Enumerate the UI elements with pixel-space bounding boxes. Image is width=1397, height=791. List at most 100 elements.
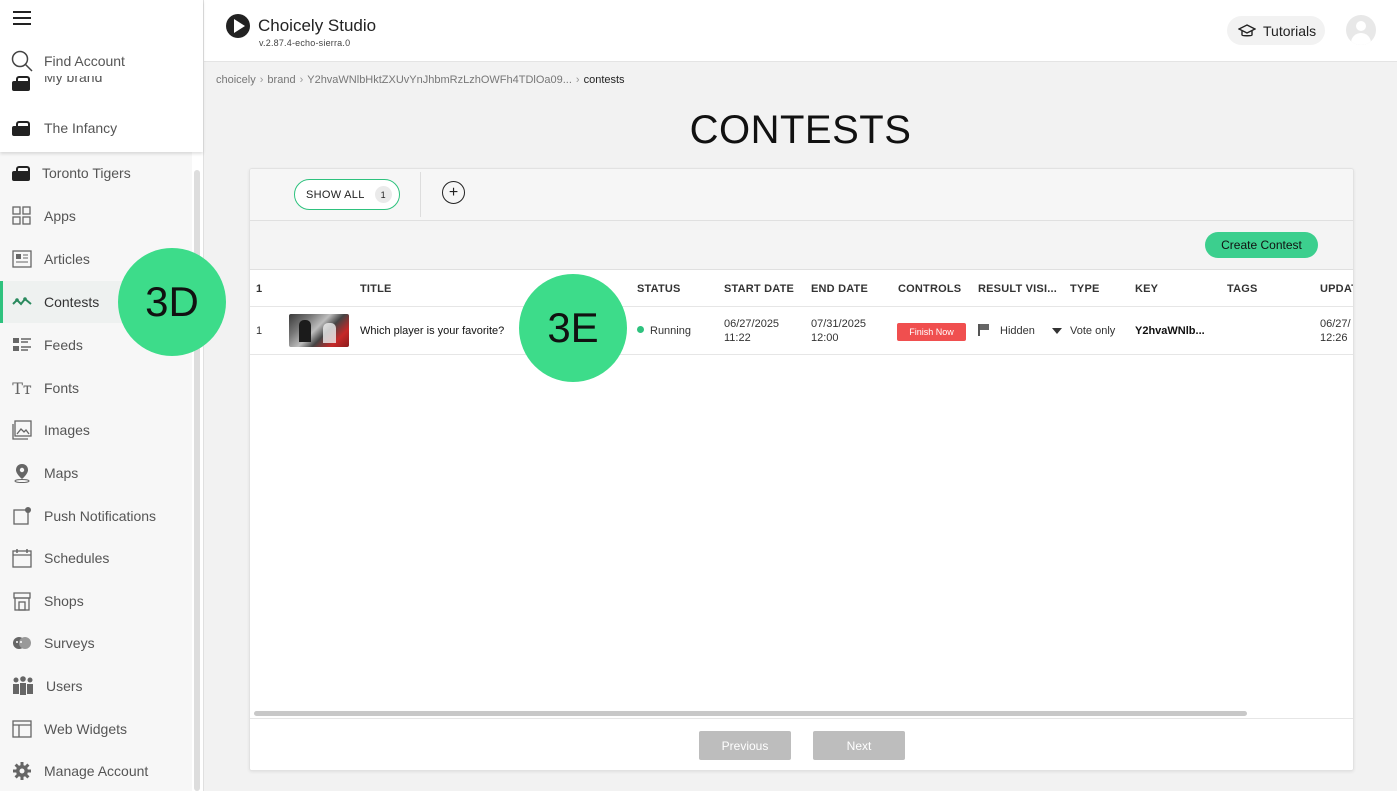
brand-item-partial[interactable]: My brand bbox=[12, 76, 102, 94]
divider bbox=[420, 172, 421, 217]
gear-icon bbox=[13, 762, 31, 780]
sidebar-item-label: Surveys bbox=[44, 635, 95, 651]
sidebar-item-users[interactable]: Users bbox=[0, 665, 192, 707]
sidebar-item-maps[interactable]: Maps bbox=[0, 452, 192, 494]
contest-thumbnail bbox=[289, 314, 349, 347]
sidebar-item-label: Schedules bbox=[44, 550, 110, 566]
start-date: 06/27/2025 bbox=[724, 318, 780, 330]
sidebar-item-toronto-tigers[interactable]: Toronto Tigers bbox=[0, 152, 192, 194]
column-header[interactable]: RESULT VISI... bbox=[978, 283, 1057, 295]
previous-button[interactable]: Previous bbox=[699, 731, 791, 760]
sidebar-item-shops[interactable]: Shops bbox=[0, 580, 192, 622]
sidebar-item-surveys[interactable]: Surveys bbox=[0, 622, 192, 664]
sidebar-item-label: Maps bbox=[44, 465, 79, 481]
briefcase-icon bbox=[12, 120, 30, 136]
column-header[interactable]: TITLE bbox=[360, 283, 392, 295]
sidebar-item-fonts[interactable]: Tт Fonts bbox=[0, 367, 192, 409]
sidebar-item-images[interactable]: Images bbox=[0, 409, 192, 451]
current-brand-label: The Infancy bbox=[44, 120, 118, 136]
feeds-icon bbox=[13, 338, 31, 351]
table-row[interactable]: 1 Which player is your favorite? Running… bbox=[250, 307, 1353, 355]
add-tab-button[interactable]: + bbox=[442, 181, 465, 204]
tutorials-button[interactable]: Tutorials bbox=[1227, 16, 1325, 45]
app-version: v.2.87.4-echo-sierra.0 bbox=[259, 38, 351, 48]
row-index: 1 bbox=[256, 325, 263, 337]
page-title: CONTESTS bbox=[689, 108, 912, 152]
breadcrumb-current: contests bbox=[583, 74, 625, 86]
breadcrumb-item[interactable]: brand bbox=[267, 74, 295, 86]
sidebar-item-schedules[interactable]: Schedules bbox=[0, 537, 192, 579]
avatar[interactable] bbox=[1346, 15, 1376, 45]
column-header[interactable]: TYPE bbox=[1070, 283, 1100, 295]
status-label: Running bbox=[650, 325, 691, 337]
pagination: Previous Next bbox=[250, 718, 1353, 770]
contest-type: Vote only bbox=[1070, 325, 1116, 337]
find-account-button[interactable]: Find Account bbox=[11, 50, 125, 72]
table-toolbar: Create Contest bbox=[250, 221, 1353, 270]
tab-label: SHOW ALL bbox=[306, 188, 365, 201]
sidebar-item-apps[interactable]: Apps bbox=[0, 195, 192, 237]
top-header: Choicely Studio v.2.87.4-echo-sierra.0 T… bbox=[204, 0, 1397, 62]
table-header: 1 TITLE STATUS START DATE END DATE CONTR… bbox=[250, 270, 1353, 307]
web-widgets-icon bbox=[12, 720, 32, 738]
chevron-right-icon: › bbox=[299, 74, 304, 86]
sidebar-item-manage-account[interactable]: Manage Account bbox=[0, 750, 192, 791]
callout-3e: 3E bbox=[519, 274, 627, 382]
next-button[interactable]: Next bbox=[813, 731, 905, 760]
column-header[interactable]: STATUS bbox=[637, 283, 681, 295]
horizontal-scrollbar[interactable] bbox=[254, 711, 1247, 716]
articles-icon bbox=[12, 250, 32, 268]
column-header[interactable]: 1 bbox=[256, 283, 262, 295]
breadcrumb: choicely › brand › Y2hvaWNlbHktZXUvYnJhb… bbox=[216, 74, 625, 86]
contest-title[interactable]: Which player is your favorite? bbox=[360, 325, 504, 337]
contest-key[interactable]: Y2hvaWNlb... bbox=[1135, 325, 1205, 337]
images-icon bbox=[12, 420, 32, 440]
sidebar-item-label: Manage Account bbox=[44, 763, 149, 779]
end-date: 07/31/2025 bbox=[811, 318, 867, 330]
sidebar-item-web-widgets[interactable]: Web Widgets bbox=[0, 708, 192, 750]
breadcrumb-item[interactable]: Y2hvaWNlbHktZXUvYnJhbmRzLzhOWFh4TDlOa09.… bbox=[307, 74, 572, 86]
apps-grid-icon bbox=[12, 206, 31, 225]
sidebar-item-label: Images bbox=[44, 422, 90, 438]
shop-icon bbox=[13, 592, 31, 611]
push-notifications-icon bbox=[13, 507, 31, 525]
users-icon bbox=[13, 676, 33, 695]
column-header[interactable]: UPDAT bbox=[1320, 283, 1353, 295]
chevron-right-icon: › bbox=[575, 74, 580, 86]
flag-icon bbox=[978, 324, 990, 336]
sidebar-item-label: Articles bbox=[44, 251, 90, 267]
sidebar-item-label: Apps bbox=[44, 208, 76, 224]
sidebar-item-push-notifications[interactable]: Push Notifications bbox=[0, 495, 192, 537]
tab-show-all[interactable]: SHOW ALL 1 bbox=[294, 179, 400, 210]
briefcase-icon bbox=[12, 76, 30, 91]
result-visibility-value: Hidden bbox=[1000, 325, 1035, 337]
column-header[interactable]: KEY bbox=[1135, 283, 1158, 295]
sidebar-item-label: Shops bbox=[44, 593, 84, 609]
sidebar-item-label: Push Notifications bbox=[44, 508, 157, 524]
sidebar-item-label: Web Widgets bbox=[44, 721, 127, 737]
fonts-icon: Tт bbox=[12, 378, 32, 398]
contests-panel: SHOW ALL 1 + Create Contest 1 TITLE STAT… bbox=[249, 168, 1354, 771]
column-header[interactable]: TAGS bbox=[1227, 283, 1258, 295]
chevron-right-icon: › bbox=[259, 74, 264, 86]
chevron-down-icon[interactable] bbox=[1052, 328, 1062, 334]
sidebar-item-label: Contests bbox=[44, 294, 100, 310]
callout-3d: 3D bbox=[118, 248, 226, 356]
current-brand-item[interactable]: The Infancy bbox=[12, 118, 117, 138]
updated-date: 06/27/ bbox=[1320, 318, 1351, 330]
sidebar-header: Find Account My brand The Infancy bbox=[0, 0, 203, 152]
contests-icon bbox=[12, 297, 32, 306]
create-contest-button[interactable]: Create Contest bbox=[1205, 232, 1318, 258]
finish-now-button[interactable]: Finish Now bbox=[897, 323, 966, 341]
column-header[interactable]: CONTROLS bbox=[898, 283, 961, 295]
breadcrumb-item[interactable]: choicely bbox=[216, 74, 256, 86]
search-icon bbox=[11, 50, 33, 72]
updated-time: 12:26 bbox=[1320, 332, 1348, 344]
start-time: 11:22 bbox=[724, 332, 751, 344]
tab-count-badge: 1 bbox=[374, 186, 392, 203]
column-header[interactable]: START DATE bbox=[724, 283, 794, 295]
hamburger-menu-icon[interactable] bbox=[13, 11, 31, 27]
surveys-icon bbox=[13, 637, 31, 649]
column-header[interactable]: END DATE bbox=[811, 283, 868, 295]
choicely-logo-icon[interactable] bbox=[226, 14, 250, 38]
